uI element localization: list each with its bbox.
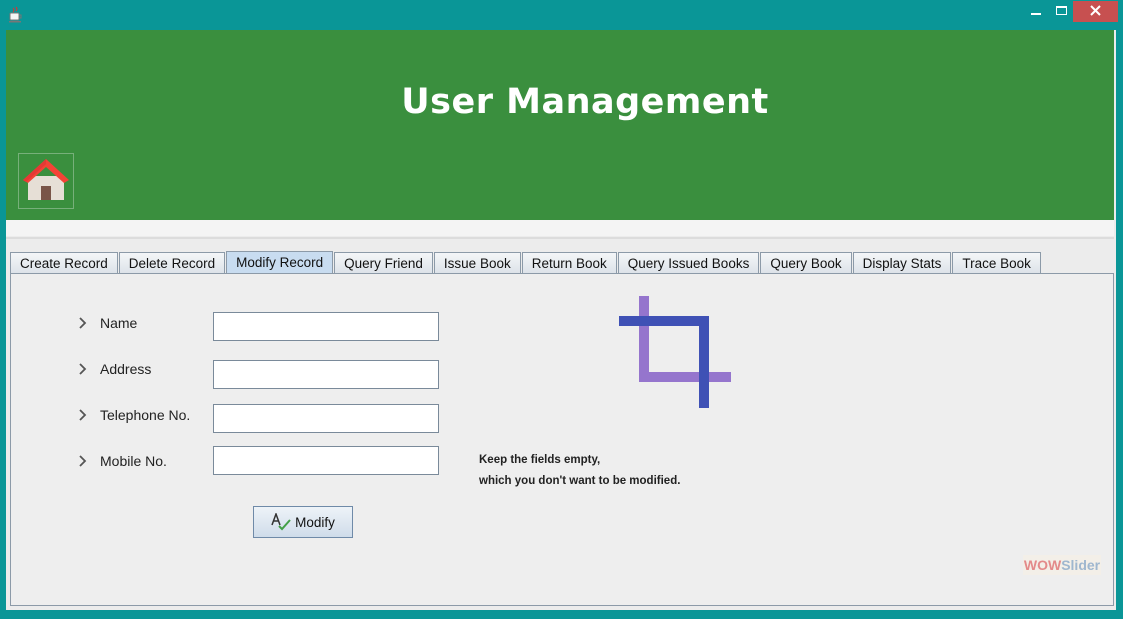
page-title: User Management [401, 82, 769, 122]
watermark-part-1: WOW [1023, 557, 1062, 573]
address-label-text: Address [100, 361, 152, 377]
maximize-icon [1055, 3, 1067, 21]
tab-display-stats[interactable]: Display Stats [852, 252, 952, 273]
mobile-label: Mobile No. [79, 453, 167, 469]
close-button[interactable] [1073, 1, 1118, 22]
tab-query-friend[interactable]: Query Friend [334, 252, 433, 273]
name-input[interactable] [213, 312, 439, 341]
chevron-right-icon [79, 317, 93, 329]
window-titlebar [0, 0, 1123, 30]
header-separator [6, 220, 1114, 236]
separator-line [6, 237, 1114, 239]
minimize-button[interactable] [1023, 1, 1049, 22]
maximize-button[interactable] [1048, 1, 1074, 22]
chevron-right-icon [79, 409, 93, 421]
tab-delete-record[interactable]: Delete Record [118, 252, 226, 273]
spellcheck-icon [271, 513, 291, 531]
tab-query-issued-books[interactable]: Query Issued Books [617, 252, 760, 273]
tab-create-record[interactable]: Create Record [10, 252, 118, 273]
modify-button[interactable]: Modify [253, 506, 353, 538]
name-label-text: Name [100, 315, 138, 331]
home-button[interactable] [18, 153, 74, 209]
mobile-label-text: Mobile No. [100, 453, 167, 469]
tab-return-book[interactable]: Return Book [521, 252, 617, 273]
telephone-label-text: Telephone No. [100, 407, 191, 423]
telephone-input[interactable] [213, 404, 439, 433]
address-label: Address [79, 361, 151, 377]
address-input[interactable] [213, 360, 439, 389]
tab-trace-book[interactable]: Trace Book [952, 252, 1041, 273]
app-frame: User Management Create Record Delete Rec… [6, 30, 1116, 610]
note-line-1: Keep the fields empty, [479, 454, 601, 466]
modify-record-panel: Name Address Telephone No. Mobile No. Ke… [10, 273, 1114, 606]
watermark-part-2: Slider [1061, 557, 1101, 573]
tab-query-book[interactable]: Query Book [760, 252, 852, 273]
close-icon [1090, 3, 1101, 21]
chevron-right-icon [79, 455, 93, 467]
header-banner: User Management [6, 30, 1114, 220]
modify-button-label: Modify [295, 514, 335, 530]
chevron-right-icon [79, 363, 93, 375]
name-label: Name [79, 315, 137, 331]
note-line-2: which you don't want to be modified. [479, 475, 681, 487]
tab-bar: Create Record Delete Record Modify Recor… [10, 251, 1042, 273]
telephone-label: Telephone No. [79, 407, 190, 423]
java-cup-icon [8, 6, 24, 23]
mobile-input[interactable] [213, 446, 439, 475]
minimize-icon [1031, 3, 1041, 21]
wowslider-watermark: WOW Slider [1023, 555, 1101, 575]
crop-icon [619, 296, 733, 415]
home-icon [21, 156, 71, 207]
tab-modify-record[interactable]: Modify Record [226, 251, 334, 273]
tab-issue-book[interactable]: Issue Book [433, 252, 521, 273]
